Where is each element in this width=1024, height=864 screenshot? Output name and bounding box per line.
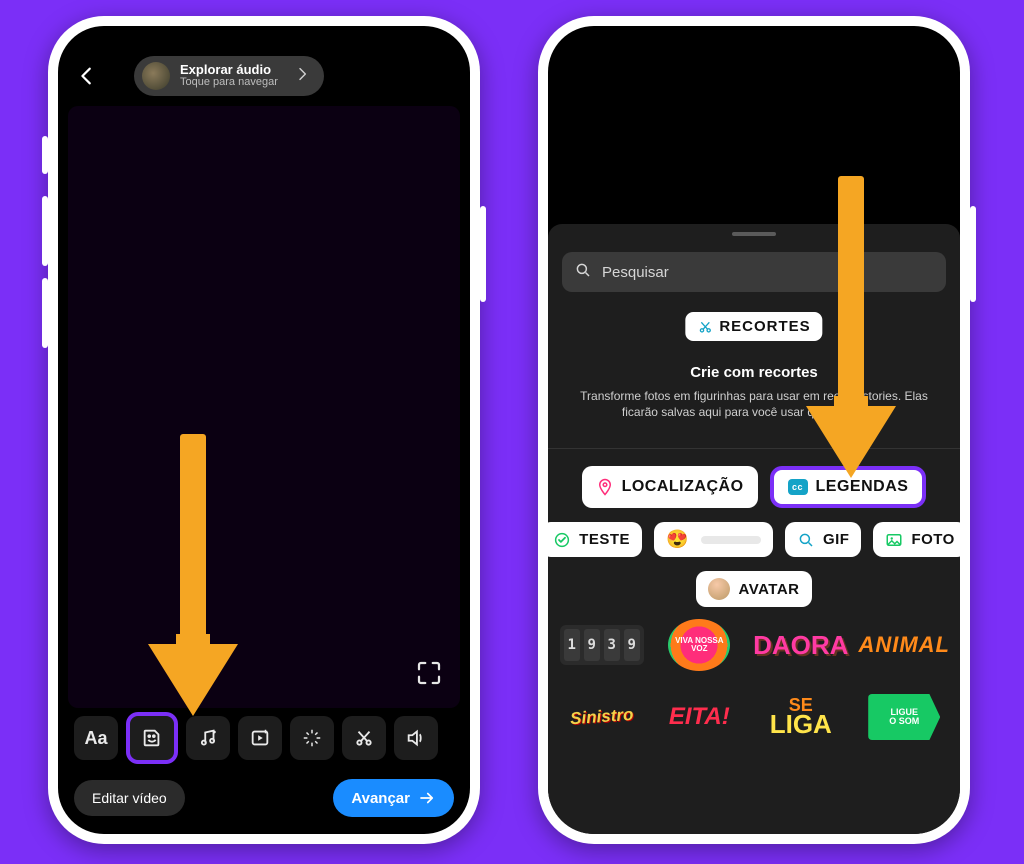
chip-emoji-slider[interactable]: 😍 [654, 522, 773, 557]
editor-toolbar: Aa [68, 714, 460, 762]
edit-video-button[interactable]: Editar vídeo [74, 780, 185, 816]
volume-tool[interactable] [394, 716, 438, 760]
video-preview [68, 106, 460, 708]
phone-side-button [42, 196, 48, 266]
chip-avatar[interactable]: AVATAR [696, 571, 811, 607]
editor-bottombar: Editar vídeo Avançar [68, 776, 460, 820]
recortes-desc: Transforme fotos em figurinhas para usar… [570, 388, 938, 420]
screen-right: Pesquisar RECORTES Crie com recortes Tra… [548, 26, 960, 834]
chip-teste[interactable]: TESTE [548, 522, 642, 557]
heart-eyes-emoji-icon: 😍 [666, 529, 689, 550]
sticker-viva[interactable]: VIVA NOSSA VOZ [656, 616, 744, 674]
back-button[interactable] [70, 59, 104, 93]
phone-left: Explorar áudio Toque para navegar Aa [48, 16, 480, 844]
phone-side-button [42, 136, 48, 174]
search-placeholder: Pesquisar [602, 264, 669, 281]
sticker-animal[interactable]: ANIMAL [858, 616, 950, 674]
recortes-title: Crie com recortes [548, 364, 960, 381]
audio-title: Explorar áudio [180, 63, 278, 77]
avatar-icon [708, 578, 730, 600]
check-circle-icon [553, 531, 571, 549]
expand-frame-icon[interactable] [414, 658, 444, 688]
screen-left: Explorar áudio Toque para navegar Aa [58, 26, 470, 834]
sticker-tool[interactable] [126, 712, 178, 764]
sticker-grid: 1 9 3 9 VIVA NOSSA VOZ DAORA ANIMAL Sini… [558, 616, 950, 746]
notch [694, 34, 814, 62]
slider-track [701, 536, 761, 544]
sticker-sheet: Pesquisar RECORTES Crie com recortes Tra… [548, 224, 960, 834]
audio-thumb [142, 62, 170, 90]
sticker-chips: LOCALIZAÇÃO cc LEGENDAS TESTE [548, 466, 960, 621]
effects-tool[interactable] [290, 716, 334, 760]
cc-icon: cc [788, 479, 808, 495]
sticker-sinistro[interactable]: Sinistro [556, 685, 647, 749]
phone-side-button [970, 206, 976, 302]
cut-tool[interactable] [342, 716, 386, 760]
pin-icon [596, 478, 614, 496]
scissors-icon [697, 319, 713, 335]
phone-side-button [42, 278, 48, 348]
text-tool[interactable]: Aa [74, 716, 118, 760]
chip-gif[interactable]: GIF [785, 522, 862, 557]
tutorial-stage: Explorar áudio Toque para navegar Aa [0, 0, 1024, 864]
sticker-eita[interactable]: EITA! [656, 688, 744, 746]
explore-audio-pill[interactable]: Explorar áudio Toque para navegar [134, 56, 324, 96]
divider [548, 448, 960, 449]
sticker-search[interactable]: Pesquisar [562, 252, 946, 292]
phone-right: Pesquisar RECORTES Crie com recortes Tra… [538, 16, 970, 844]
chip-foto[interactable]: FOTO [873, 522, 960, 557]
phone-side-button [480, 206, 486, 302]
sticker-clock[interactable]: 1 9 3 9 [558, 616, 646, 674]
search-icon [797, 531, 815, 549]
chip-localizacao[interactable]: LOCALIZAÇÃO [582, 466, 758, 508]
next-button[interactable]: Avançar [333, 779, 454, 817]
sticker-ligue-o-som[interactable]: LIGUEO SOM [858, 688, 950, 746]
recortes-chip[interactable]: RECORTES [685, 312, 822, 341]
music-tool[interactable] [186, 716, 230, 760]
sticker-seliga[interactable]: SELIGA [753, 688, 848, 746]
chevron-right-icon [294, 66, 310, 87]
sticker-daora[interactable]: DAORA [753, 616, 848, 674]
audio-subtitle: Toque para navegar [180, 77, 278, 89]
sheet-drag-handle[interactable] [732, 232, 776, 236]
image-icon [885, 531, 903, 549]
search-icon [574, 261, 592, 284]
clip-tool[interactable] [238, 716, 282, 760]
editor-topbar: Explorar áudio Toque para navegar [70, 54, 458, 98]
chip-legendas[interactable]: cc LEGENDAS [770, 466, 927, 508]
